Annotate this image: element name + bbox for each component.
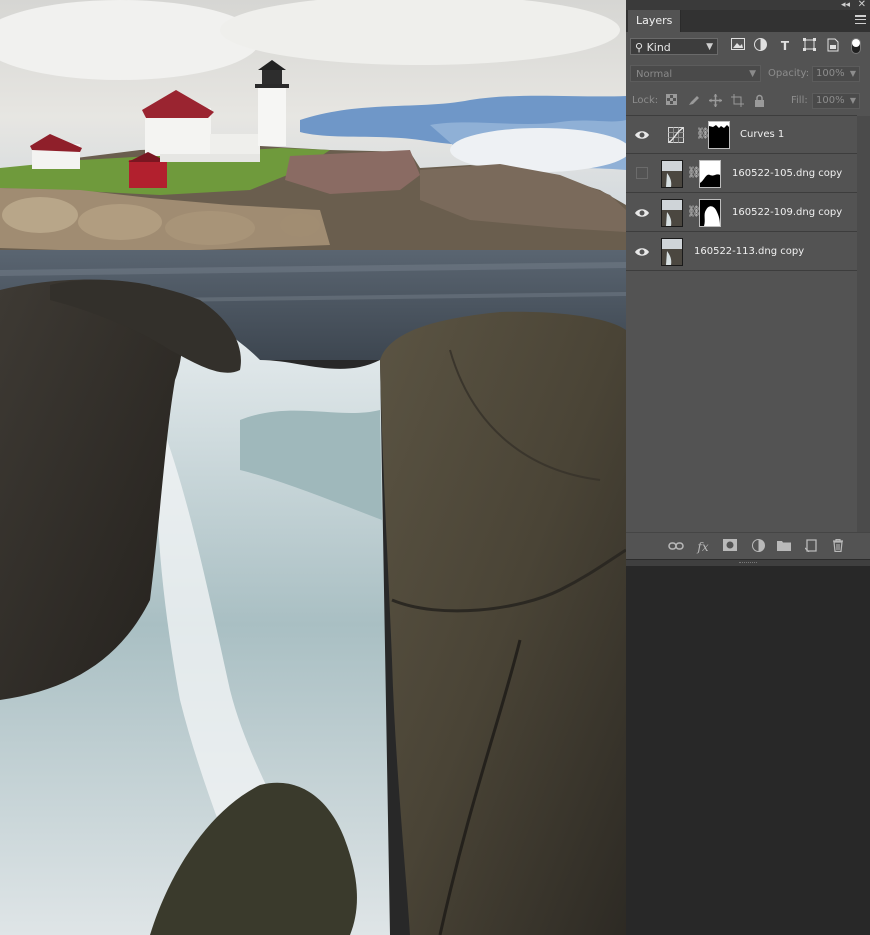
fill-label: Fill:	[791, 95, 808, 106]
visibility-eye-icon[interactable]	[634, 244, 650, 258]
layer-name: 160522-105.dng copy	[732, 168, 843, 179]
opacity-value: 100%	[816, 68, 845, 79]
lock-artboard-icon[interactable]	[731, 94, 744, 107]
lock-all-icon[interactable]	[753, 94, 766, 107]
blend-mode-select[interactable]: Normal ▼	[630, 65, 761, 82]
layer-row-160522-113[interactable]: 160522-113.dng copy	[626, 233, 857, 271]
layer-row-160522-105[interactable]: ⛓ 160522-105.dng copy	[626, 155, 857, 193]
chevron-down-icon: ▼	[849, 69, 856, 78]
layer-thumbnail[interactable]	[661, 238, 683, 266]
blend-mode-value: Normal	[636, 69, 673, 80]
new-layer-icon[interactable]	[803, 539, 819, 555]
smart-object-filter-icon[interactable]	[825, 38, 841, 54]
collapse-panels-icon[interactable]: ◂◂	[841, 0, 850, 10]
type-filter-icon[interactable]: T	[777, 38, 793, 54]
layer-mask-thumbnail[interactable]	[699, 160, 721, 188]
tab-layers[interactable]: Layers	[628, 10, 682, 32]
panel-tab-bar: Layers	[626, 10, 870, 33]
filter-kind-label: Kind	[646, 41, 671, 54]
adjustment-filter-icon[interactable]	[752, 38, 768, 54]
layer-name: Curves 1	[740, 129, 785, 140]
new-group-icon[interactable]	[776, 539, 792, 555]
link-layers-icon[interactable]	[668, 539, 684, 555]
chevron-down-icon: ▼	[749, 69, 756, 79]
mask-link-icon[interactable]: ⛓	[696, 128, 710, 140]
visibility-eye-icon[interactable]	[634, 127, 650, 141]
shape-filter-icon[interactable]	[801, 38, 817, 54]
layer-name: 160522-113.dng copy	[694, 246, 805, 257]
document-canvas[interactable]	[0, 0, 626, 935]
opacity-field[interactable]: 100% ▼	[812, 66, 860, 82]
photo-lighthouse-seascape	[0, 0, 626, 935]
layer-row-160522-109[interactable]: ⛓ 160522-109.dng copy	[626, 194, 857, 232]
visibility-toggle-off[interactable]	[636, 167, 648, 179]
panel-menu-icon[interactable]	[855, 15, 866, 26]
curves-adjustment-icon	[668, 127, 684, 143]
chevron-down-icon: ▼	[849, 96, 856, 105]
visibility-eye-icon[interactable]	[634, 205, 650, 219]
search-icon: ⚲	[635, 41, 644, 54]
layers-panel: ◂◂ ✕ Layers ⚲ Kind ▼ T Normal ▼ Opacity:…	[626, 0, 870, 935]
add-mask-icon[interactable]	[722, 539, 738, 555]
image-filter-icon[interactable]	[730, 38, 746, 54]
layer-thumbnail[interactable]	[661, 160, 683, 188]
filter-kind-select[interactable]: ⚲ Kind ▼	[630, 38, 718, 55]
filter-toggle-switch[interactable]	[851, 38, 861, 54]
mask-link-icon[interactable]: ⛓	[687, 167, 701, 179]
layers-scrollbar[interactable]	[857, 116, 870, 534]
mask-link-icon[interactable]: ⛓	[687, 206, 701, 218]
opacity-label: Opacity:	[768, 68, 810, 79]
lock-image-icon[interactable]	[687, 94, 700, 107]
layer-mask-thumbnail[interactable]	[699, 199, 721, 227]
layers-panel-body: ⚲ Kind ▼ T Normal ▼ Opacity: 100% ▼ Lock…	[626, 32, 870, 560]
delete-layer-icon[interactable]	[830, 538, 846, 555]
fx-icon[interactable]: fx	[695, 539, 711, 555]
fill-value: 100%	[816, 95, 845, 106]
layers-panel-footer: fx	[626, 532, 870, 560]
lock-transparent-icon[interactable]	[665, 94, 678, 107]
close-panel-icon[interactable]: ✕	[858, 0, 866, 10]
layer-mask-thumbnail[interactable]	[708, 121, 730, 149]
layer-row-curves-1[interactable]: ⛓ Curves 1	[626, 116, 857, 154]
new-adjustment-icon[interactable]	[750, 539, 766, 555]
chevron-down-icon: ▼	[706, 42, 713, 52]
lock-label: Lock:	[632, 95, 659, 106]
fill-field[interactable]: 100% ▼	[812, 93, 860, 109]
layer-thumbnail[interactable]	[661, 199, 683, 227]
panel-resize-grip[interactable]	[626, 559, 870, 566]
lock-position-icon[interactable]	[709, 94, 722, 107]
layer-name: 160522-109.dng copy	[732, 207, 843, 218]
